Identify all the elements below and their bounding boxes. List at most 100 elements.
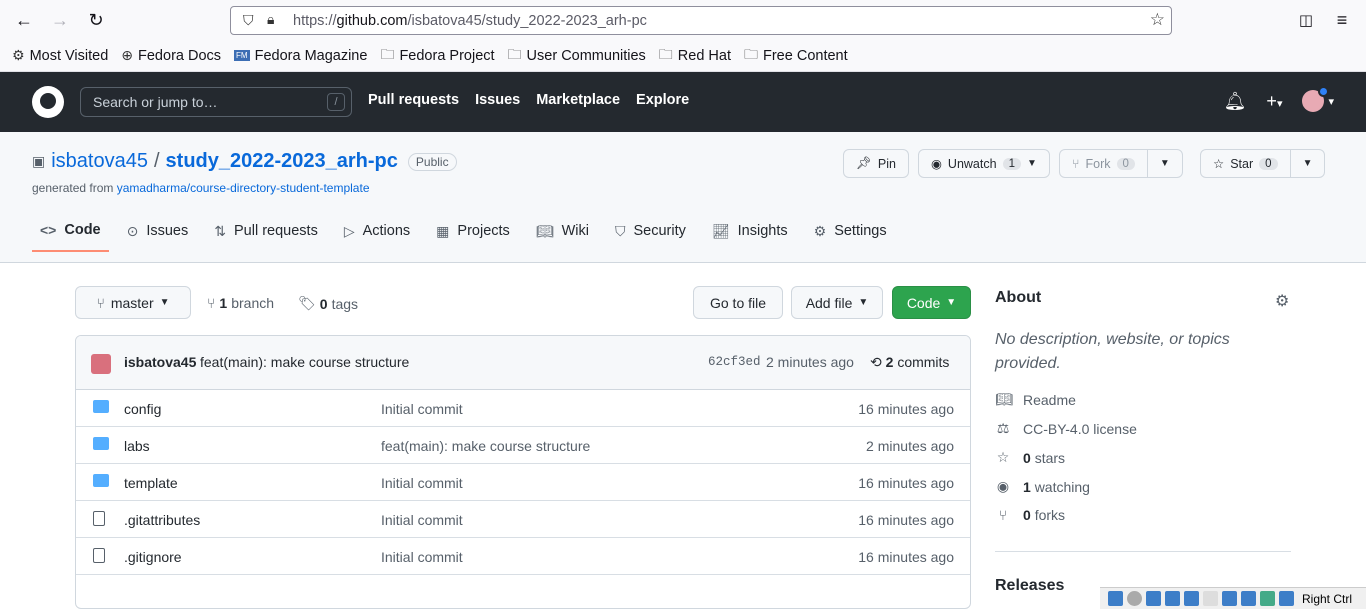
tab-settings[interactable]: ⚙ Settings [806,222,895,252]
vm-cpu-icon[interactable] [1260,591,1275,606]
github-logo-icon[interactable] [32,86,64,118]
file-name[interactable]: .gitignore [124,549,182,565]
lock-icon: 🔒︎ [267,11,275,27]
pin-button[interactable]: 📌︎ Pin [843,149,909,178]
nav-issues[interactable]: Issues [475,92,520,108]
bookmark-fedora-magazine[interactable]: FM Fedora Magazine [234,48,367,64]
tab-wiki[interactable]: 📖︎ Wiki [528,222,597,252]
go-to-file-button[interactable]: Go to file [693,286,783,319]
star-dropdown[interactable]: ▼ [1289,150,1325,177]
search-input[interactable]: Search or jump to… / [80,87,352,117]
forward-icon[interactable]: → [48,8,72,32]
pull-request-icon: ⇅ [214,222,226,239]
fork-dropdown[interactable]: ▼ [1146,150,1182,177]
nav-pull-requests[interactable]: Pull requests [368,92,459,108]
table-row[interactable]: template Initial commit 16 minutes ago [76,464,970,501]
code-button[interactable]: Code ▼ [892,286,971,319]
bell-icon[interactable]: 🔔︎ [1224,91,1247,112]
add-file-button[interactable]: Add file ▼ [791,286,883,319]
back-icon[interactable]: ← [12,8,36,32]
vm-keyboard-icon[interactable] [1279,591,1294,606]
github-header: Search or jump to… / Pull requests Issue… [0,72,1366,132]
branches-link[interactable]: ⑂ 1 branch [207,295,274,311]
unwatch-button[interactable]: ◉ Unwatch 1 ▼ [918,149,1050,178]
vm-disk-icon[interactable] [1108,591,1123,606]
vm-shared-folder-icon[interactable] [1203,591,1218,606]
vm-capture-icon[interactable] [1241,591,1256,606]
repo-name-link[interactable]: study_2022-2023_arh-pc [166,150,398,173]
reload-icon[interactable]: ↻ [84,8,108,32]
file-icon [93,548,105,563]
graph-icon: 📈︎ [711,222,730,239]
fork-button[interactable]: ⑂ Fork 0 ▼ [1059,149,1183,178]
vm-usb-icon[interactable] [1184,591,1199,606]
chevron-down-icon: ▼ [1026,158,1037,169]
file-commit-message[interactable]: Initial commit [381,401,463,417]
branch-select[interactable]: ⑂ master ▼ [75,286,191,319]
file-commit-message[interactable]: Initial commit [381,512,463,528]
bookmark-fedora-project[interactable]: 🗀 Fedora Project [380,44,494,68]
vm-audio-icon[interactable] [1146,591,1161,606]
bookmark-free-content[interactable]: 🗀 Free Content [744,44,848,68]
file-commit-message[interactable]: Initial commit [381,549,463,565]
releases-heading[interactable]: Releases [995,577,1064,595]
commit-message[interactable]: feat(main): make course structure [200,354,409,370]
license-link[interactable]: ⚖ CC-BY-4.0 license [995,420,1137,437]
file-name[interactable]: template [124,475,178,491]
readme-link[interactable]: 📖︎ Readme [995,391,1076,408]
tab-insights[interactable]: 📈︎ Insights [704,222,796,252]
vm-optical-icon[interactable] [1127,591,1142,606]
url-bar[interactable]: ⛉ 🔒︎ https://github.com/isbatova45/study… [230,6,1172,35]
gear-icon[interactable]: ⚙ [1275,291,1289,311]
bookmark-fedora-docs[interactable]: ⊕ Fedora Docs [121,47,221,64]
table-row[interactable]: config Initial commit 16 minutes ago [76,390,970,427]
template-link[interactable]: yamadharma/course-directory-student-temp… [117,181,370,195]
table-row[interactable]: .gitattributes Initial commit 16 minutes… [76,501,970,538]
file-name[interactable]: .gitattributes [124,512,200,528]
file-icon [93,511,105,526]
bookmark-user-communities[interactable]: 🗀 User Communities [508,44,646,68]
bookmark-star-icon[interactable]: ☆ [1150,10,1165,30]
star-icon: ☆ [1213,157,1225,171]
bookmark-red-hat[interactable]: 🗀 Red Hat [659,44,731,68]
tab-pull-requests[interactable]: ⇅ Pull requests [206,222,326,252]
chevron-down-icon: ▼ [159,297,170,308]
tab-security[interactable]: ⛉ Security [607,222,694,252]
file-commit-message[interactable]: feat(main): make course structure [381,438,590,454]
file-commit-message[interactable]: Initial commit [381,475,463,491]
eye-icon: ◉ [996,478,1010,494]
tab-projects[interactable]: ▦ Projects [428,222,518,252]
avatar[interactable] [91,354,111,374]
nav-marketplace[interactable]: Marketplace [536,92,620,108]
chevron-down-icon: ▼ [1302,158,1313,169]
tab-code[interactable]: <> Code [32,222,109,252]
file-age: 16 minutes ago [858,401,954,417]
stars-link[interactable]: ☆ 0 stars [995,449,1065,466]
watching-link[interactable]: ◉ 1 watching [995,478,1090,495]
tab-issues[interactable]: ⊙ Issues [119,222,197,252]
table-row[interactable]: labs feat(main): make course structure 2… [76,427,970,464]
file-name[interactable]: labs [124,438,150,454]
gear-icon: ⚙ [12,47,25,63]
bookmark-most-visited[interactable]: ⚙ Most Visited [12,47,108,64]
star-button[interactable]: ☆ Star 0 ▼ [1200,149,1326,178]
commit-author[interactable]: isbatova45 [124,354,196,370]
table-row[interactable]: .gitignore Initial commit 16 minutes ago [76,538,970,575]
repo-owner-link[interactable]: isbatova45 [51,150,148,173]
pocket-icon[interactable]: ◫ [1294,8,1318,32]
nav-explore[interactable]: Explore [636,92,689,108]
tab-actions[interactable]: ▷ Actions [336,222,418,252]
tags-link[interactable]: 🏷︎ 0 tags [298,295,358,312]
create-new-button[interactable]: +▾ [1266,91,1282,112]
header-actions: 🔔︎ +▾ ▾ [1224,86,1334,112]
user-menu[interactable]: ▾ [1302,86,1334,112]
commit-sha[interactable]: 62cf3ed [708,355,761,369]
forks-link[interactable]: ⑂ 0 forks [995,507,1065,523]
vm-display-icon[interactable] [1222,591,1237,606]
commit-age: 2 minutes ago [766,354,854,370]
commits-link[interactable]: ⟲ 2 commits [870,354,949,371]
vm-network-icon[interactable] [1165,591,1180,606]
file-name[interactable]: config [124,401,161,417]
menu-icon[interactable]: ≡ [1330,8,1354,32]
folder-icon [93,437,109,450]
